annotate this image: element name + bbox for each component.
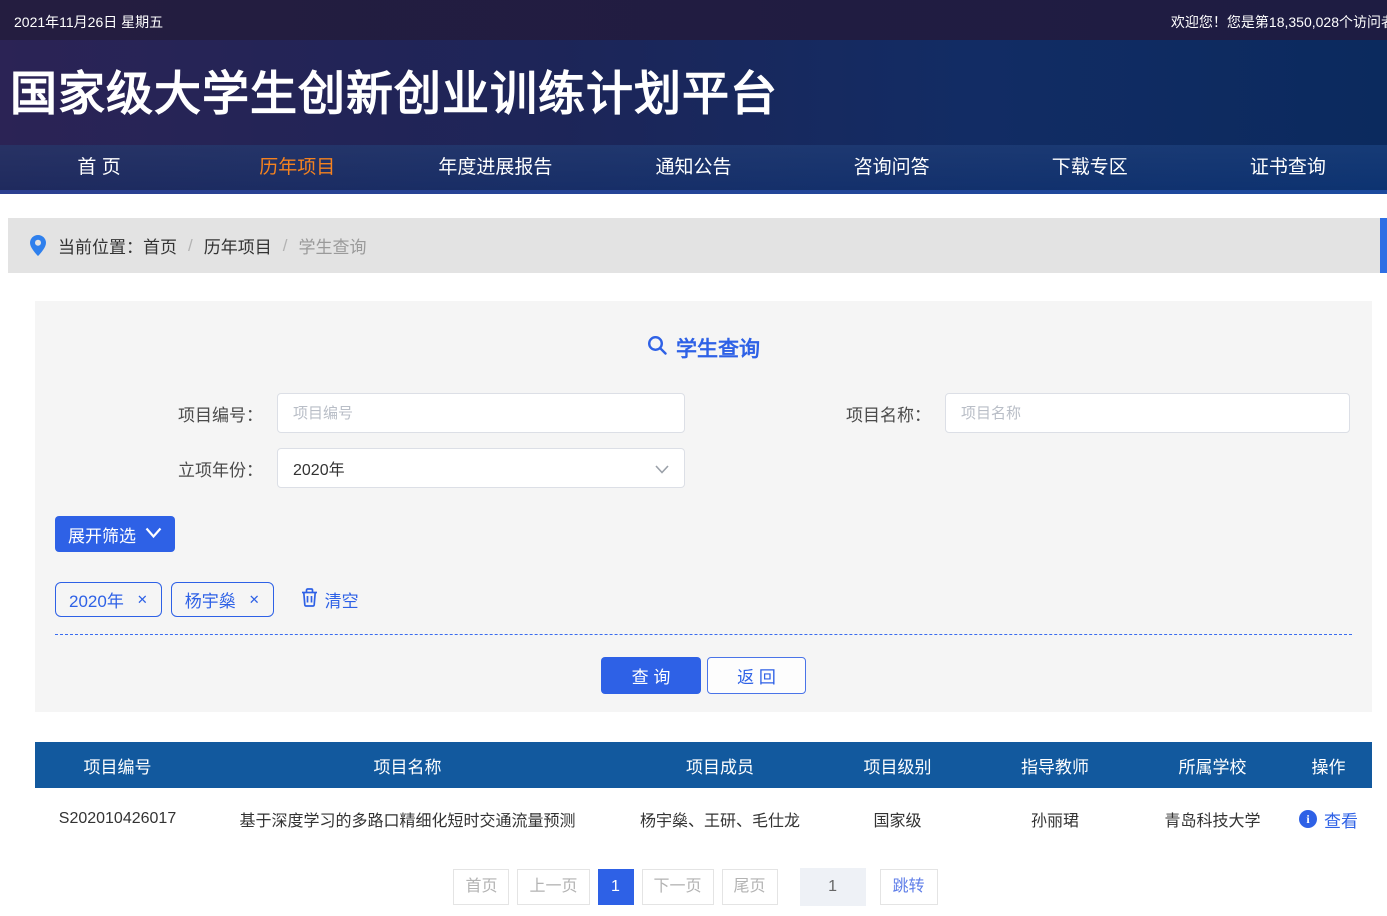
table-header-row: 项目编号 项目名称 项目成员 项目级别 指导教师 所属学校 操作 bbox=[35, 742, 1372, 788]
breadcrumb-prefix: 当前位置： bbox=[58, 233, 143, 258]
pagination-first[interactable]: 首页 bbox=[453, 869, 509, 905]
cell-project-code: S202010426017 bbox=[35, 788, 200, 850]
cell-teacher: 孙丽珺 bbox=[970, 788, 1140, 850]
project-code-label: 项目编号： bbox=[35, 401, 277, 426]
results-table: 项目编号 项目名称 项目成员 项目级别 指导教师 所属学校 操作 S202010… bbox=[35, 742, 1372, 850]
current-date: 2021年11月26日 星期五 bbox=[14, 12, 163, 32]
nav-item-annual-report[interactable]: 年度进展报告 bbox=[396, 145, 594, 190]
nav-item-qa[interactable]: 咨询问答 bbox=[793, 145, 991, 190]
col-project-code: 项目编号 bbox=[35, 742, 200, 788]
student-query-panel: 学生查询 项目编号： 项目名称： 立项年份： 2020年 展开筛选 2020年 … bbox=[35, 301, 1372, 712]
cell-project-name: 基于深度学习的多路口精细化短时交通流量预测 bbox=[200, 788, 615, 850]
chevron-down-icon bbox=[654, 461, 670, 482]
cell-members: 杨宇燊、王研、毛仕龙 bbox=[615, 788, 825, 850]
dashed-divider bbox=[55, 634, 1352, 635]
pagination: 首页 上一页 1 下一页 尾页 跳转 bbox=[0, 868, 1387, 906]
pagination-page-1[interactable]: 1 bbox=[598, 869, 634, 905]
project-name-label: 项目名称： bbox=[685, 401, 945, 426]
filter-tag-student[interactable]: 杨宇燊 ✕ bbox=[171, 582, 274, 617]
pagination-prev[interactable]: 上一页 bbox=[517, 869, 589, 905]
year-select-value: 2020年 bbox=[293, 456, 345, 480]
pagination-jump-button[interactable]: 跳转 bbox=[880, 869, 938, 905]
view-link[interactable]: 查看 bbox=[1324, 807, 1358, 832]
year-select[interactable]: 2020年 bbox=[277, 448, 685, 488]
expand-filters-button[interactable]: 展开筛选 bbox=[55, 516, 175, 552]
col-members: 项目成员 bbox=[615, 742, 825, 788]
col-teacher: 指导教师 bbox=[970, 742, 1140, 788]
nav-underline bbox=[0, 190, 1387, 194]
project-code-input[interactable] bbox=[277, 393, 685, 433]
cell-level: 国家级 bbox=[825, 788, 970, 850]
location-pin-icon bbox=[30, 235, 46, 256]
trash-icon bbox=[301, 588, 318, 612]
top-utility-bar: 2021年11月26日 星期五 欢迎您！您是第18,350,028个访问者 bbox=[0, 0, 1387, 40]
breadcrumb-separator: / bbox=[188, 236, 193, 256]
year-label: 立项年份： bbox=[35, 456, 277, 481]
pagination-next[interactable]: 下一页 bbox=[642, 869, 714, 905]
table-row: S202010426017 基于深度学习的多路口精细化短时交通流量预测 杨宇燊、… bbox=[35, 788, 1372, 850]
panel-title: 学生查询 bbox=[35, 301, 1372, 363]
filter-tag-label: 2020年 bbox=[69, 587, 124, 612]
chevron-down-icon bbox=[145, 524, 162, 544]
site-header: 国家级大学生创新创业训练计划平台 bbox=[0, 40, 1387, 145]
site-title: 国家级大学生创新创业训练计划平台 bbox=[0, 40, 1387, 124]
breadcrumb-home[interactable]: 首页 bbox=[143, 233, 177, 258]
breadcrumb-past-projects[interactable]: 历年项目 bbox=[204, 233, 272, 258]
clear-filters-label: 清空 bbox=[325, 587, 359, 612]
col-project-name: 项目名称 bbox=[200, 742, 615, 788]
cell-school: 青岛科技大学 bbox=[1140, 788, 1285, 850]
breadcrumb: 当前位置： 首页 / 历年项目 / 学生查询 bbox=[8, 218, 1387, 273]
nav-item-downloads[interactable]: 下载专区 bbox=[991, 145, 1189, 190]
form-actions: 查 询 返 回 bbox=[35, 657, 1372, 694]
filter-tag-label: 杨宇燊 bbox=[185, 587, 236, 612]
expand-filters-label: 展开筛选 bbox=[68, 522, 136, 547]
pagination-last[interactable]: 尾页 bbox=[722, 869, 778, 905]
panel-title-text: 学生查询 bbox=[676, 333, 760, 363]
project-name-input[interactable] bbox=[945, 393, 1350, 433]
query-form: 项目编号： 项目名称： 立项年份： 2020年 bbox=[35, 393, 1372, 488]
filter-tag-year[interactable]: 2020年 ✕ bbox=[55, 582, 162, 617]
breadcrumb-separator: / bbox=[283, 236, 288, 256]
main-nav: 首 页 历年项目 年度进展报告 通知公告 咨询问答 下载专区 证书查询 bbox=[0, 145, 1387, 190]
clear-filters-button[interactable]: 清空 bbox=[295, 586, 365, 613]
col-school: 所属学校 bbox=[1140, 742, 1285, 788]
view-action[interactable]: i 查看 bbox=[1299, 807, 1358, 832]
pagination-jump-input[interactable] bbox=[800, 868, 866, 906]
active-filter-tags: 2020年 ✕ 杨宇燊 ✕ 清空 bbox=[55, 582, 1372, 617]
close-icon[interactable]: ✕ bbox=[249, 592, 260, 608]
visitor-welcome: 欢迎您！您是第18,350,028个访问者 bbox=[1171, 12, 1387, 32]
info-icon: i bbox=[1299, 810, 1317, 828]
close-icon[interactable]: ✕ bbox=[137, 592, 148, 608]
nav-item-past-projects[interactable]: 历年项目 bbox=[198, 145, 396, 190]
breadcrumb-current: 学生查询 bbox=[298, 233, 366, 258]
nav-item-announcements[interactable]: 通知公告 bbox=[594, 145, 792, 190]
nav-item-home[interactable]: 首 页 bbox=[0, 145, 198, 190]
col-level: 项目级别 bbox=[825, 742, 970, 788]
col-actions: 操作 bbox=[1285, 742, 1372, 788]
back-button[interactable]: 返 回 bbox=[707, 657, 806, 694]
nav-item-certificate-query[interactable]: 证书查询 bbox=[1189, 145, 1387, 190]
search-button[interactable]: 查 询 bbox=[601, 657, 701, 694]
search-icon bbox=[647, 335, 667, 361]
